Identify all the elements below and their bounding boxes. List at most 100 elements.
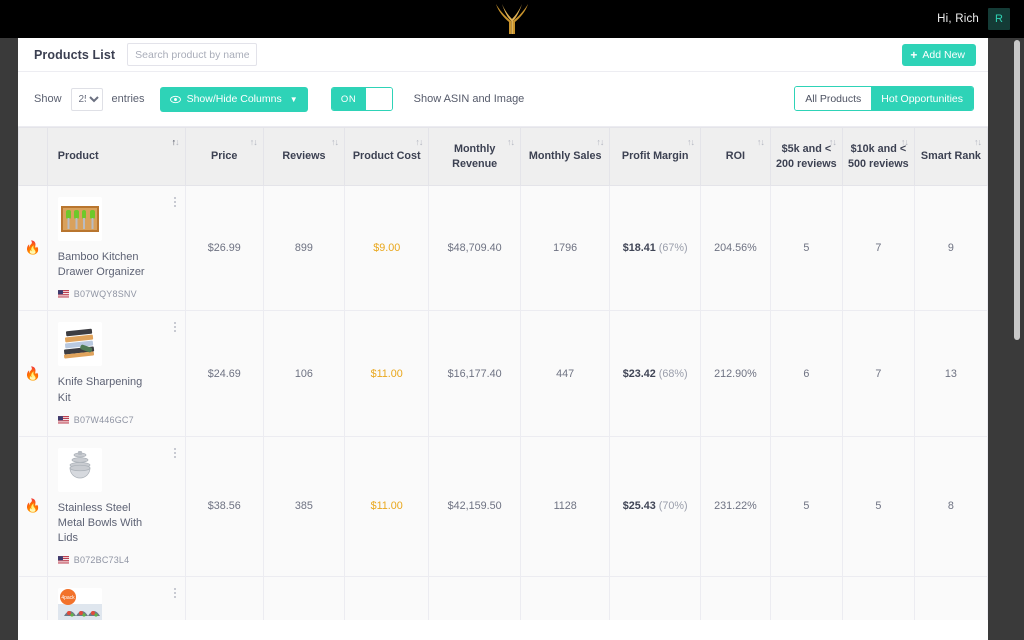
top-navbar: Hi, Rich R [0,0,1024,38]
entries-label: entries [111,93,145,105]
asin-image-toggle[interactable]: ON [330,87,393,111]
sort-icon-product[interactable]: ↑↓ [172,136,180,148]
sort-icon-monthly-sales[interactable]: ↑↓ [596,136,604,148]
table-row[interactable]: 🔥 Stainless Steel Metal Bowls With Lids … [18,435,988,578]
row-menu-button[interactable] [173,588,176,599]
show-hide-columns-button[interactable]: Show/Hide Columns ▼ [159,86,308,112]
avatar[interactable]: R [988,8,1010,30]
table-row[interactable]: 🔥 4pack Stainless Steel Taco Holders B07… [18,576,988,620]
opportunity-10k-cell: 7 [841,310,915,437]
reviews-cell: 899 [262,184,346,312]
opportunity-5k-cell: 5 [769,435,843,578]
sort-icon-5k-200-reviews[interactable]: ↑↓ [829,136,837,148]
user-menu[interactable]: Hi, Rich R [937,0,1010,38]
sort-icon-10k-500-reviews[interactable]: ↑↓ [901,136,909,148]
col-reviews[interactable]: Reviews ↑↓ [262,127,346,186]
sort-icon-roi[interactable]: ↑↓ [757,136,765,148]
product-thumbnail[interactable] [57,447,102,492]
wing-logo-icon [496,4,528,34]
page-title: Products List [34,47,116,62]
search-input[interactable] [127,43,258,66]
monthly-sales-cell: 1796 [519,184,611,312]
product-name[interactable]: Stainless Steel Metal Bowls With Lids [58,501,156,547]
page-header: Products List + Add New [18,38,988,72]
col-product[interactable]: Product ↑↓ [46,127,186,186]
monthly-sales-cell: 447 [519,310,611,437]
sort-icon-product-cost[interactable]: ↑↓ [415,136,423,148]
toggle-state-label: ON [331,88,366,110]
sort-icon-smart-rank[interactable]: ↑↓ [974,136,982,148]
add-new-label: Add New [922,49,965,61]
add-new-button[interactable]: + Add New [902,44,976,66]
us-flag-icon [57,556,69,565]
col-reviews-label: Reviews [282,150,326,163]
profit-margin-amount: $23.42 [622,367,656,380]
smart-rank-cell: 13 [913,310,988,437]
tab-all-products[interactable]: All Products [795,87,872,110]
table-row[interactable]: 🔥 Knife Sharpening Kit B07W446GC7 $24.69… [18,310,988,437]
col-monthly-revenue[interactable]: Monthly Revenue ↑↓ [428,127,521,186]
hot-opportunity-cell: 🔥 [18,435,48,578]
row-menu-button[interactable] [173,447,176,458]
smart-rank-cell: 8 [913,435,988,578]
chevron-down-icon: ▼ [289,94,298,104]
profit-margin-amount: $18.41 [622,242,656,255]
col-price[interactable]: Price ↑↓ [184,127,264,186]
reviews-cell: 208 [262,576,346,620]
hot-opportunity-cell: 🔥 [18,576,48,620]
col-smart-rank[interactable]: Smart Rank ↑↓ [913,127,988,186]
price-cell: $24.69 [184,310,264,437]
col-roi[interactable]: ROI ↑↓ [699,127,771,186]
product-thumbnail[interactable] [57,322,102,367]
sort-icon-reviews[interactable]: ↑↓ [331,136,339,148]
monthly-revenue-cell: $11,762.60 [428,576,521,620]
fire-icon: 🔥 [24,365,41,381]
col-profit-margin[interactable]: Profit Margin ↑↓ [609,127,701,186]
profit-margin-amount: $25.43 [622,500,656,513]
sort-icon-profit-margin[interactable]: ↑↓ [687,136,695,148]
col-10k-500-reviews[interactable]: $10k and < 500 reviews ↑↓ [841,127,915,186]
opportunity-5k-cell: 5 [769,184,843,312]
smart-rank-cell: 9 [913,184,988,312]
col-profit-margin-label: Profit Margin [621,150,689,163]
profit-margin-percent: (70%) [658,500,688,513]
hot-opportunity-cell: 🔥 [18,184,48,312]
sort-icon-monthly-revenue[interactable]: ↑↓ [507,136,515,148]
brand-logo[interactable] [492,0,532,38]
greeting-text: Hi, Rich [937,13,979,25]
entries-select[interactable]: 25 [70,87,103,111]
col-price-label: Price [211,150,238,163]
profit-margin-percent: (67%) [658,242,688,255]
col-10k-500-reviews-label: $10k and < 500 reviews [848,142,909,170]
row-menu-button[interactable] [173,322,176,333]
scrollbar-thumb[interactable] [1014,40,1020,340]
product-name[interactable]: Bamboo Kitchen Drawer Organizer [58,250,156,280]
product-asin: B072BC73L4 [73,555,130,566]
price-cell: $26.99 [184,184,264,312]
tab-hot-opportunities[interactable]: Hot Opportunities [871,87,973,110]
table-header: Product ↑↓ Price ↑↓ Reviews ↑↓ Product C… [18,127,988,186]
col-product-label: Product [57,150,99,163]
col-monthly-sales[interactable]: Monthly Sales ↑↓ [519,127,611,186]
col-5k-200-reviews[interactable]: $5k and < 200 reviews ↑↓ [769,127,843,186]
toggle-knob[interactable] [365,88,392,110]
sort-icon-price[interactable]: ↑↓ [250,136,258,148]
col-product-cost[interactable]: Product Cost ↑↓ [344,127,430,186]
roi-cell: 231.22% [699,435,771,578]
svg-text:4pack: 4pack [61,595,75,601]
row-menu-button[interactable] [173,197,176,207]
page-scrollbar[interactable] [1014,40,1020,636]
product-cell: Knife Sharpening Kit B07W446GC7 [46,310,186,437]
table-row[interactable]: 🔥 Bamboo Kitchen Drawer Organizer B07WQY… [18,184,988,312]
product-thumbnail[interactable] [57,197,102,241]
us-flag-icon [57,290,69,299]
product-name[interactable]: Knife Sharpening Kit [58,375,156,405]
eye-icon [169,94,181,105]
product-thumbnail[interactable]: 4pack [57,588,102,620]
opportunity-10k-cell: 5 [841,435,915,578]
col-5k-200-reviews-label: $5k and < 200 reviews [776,142,837,170]
reviews-cell: 106 [262,310,346,437]
profit-margin-cell: $23.42 (68%) [609,310,701,437]
product-cost-cell: $11.00 [344,435,430,578]
products-table-container[interactable]: Product ↑↓ Price ↑↓ Reviews ↑↓ Product C… [18,126,988,620]
